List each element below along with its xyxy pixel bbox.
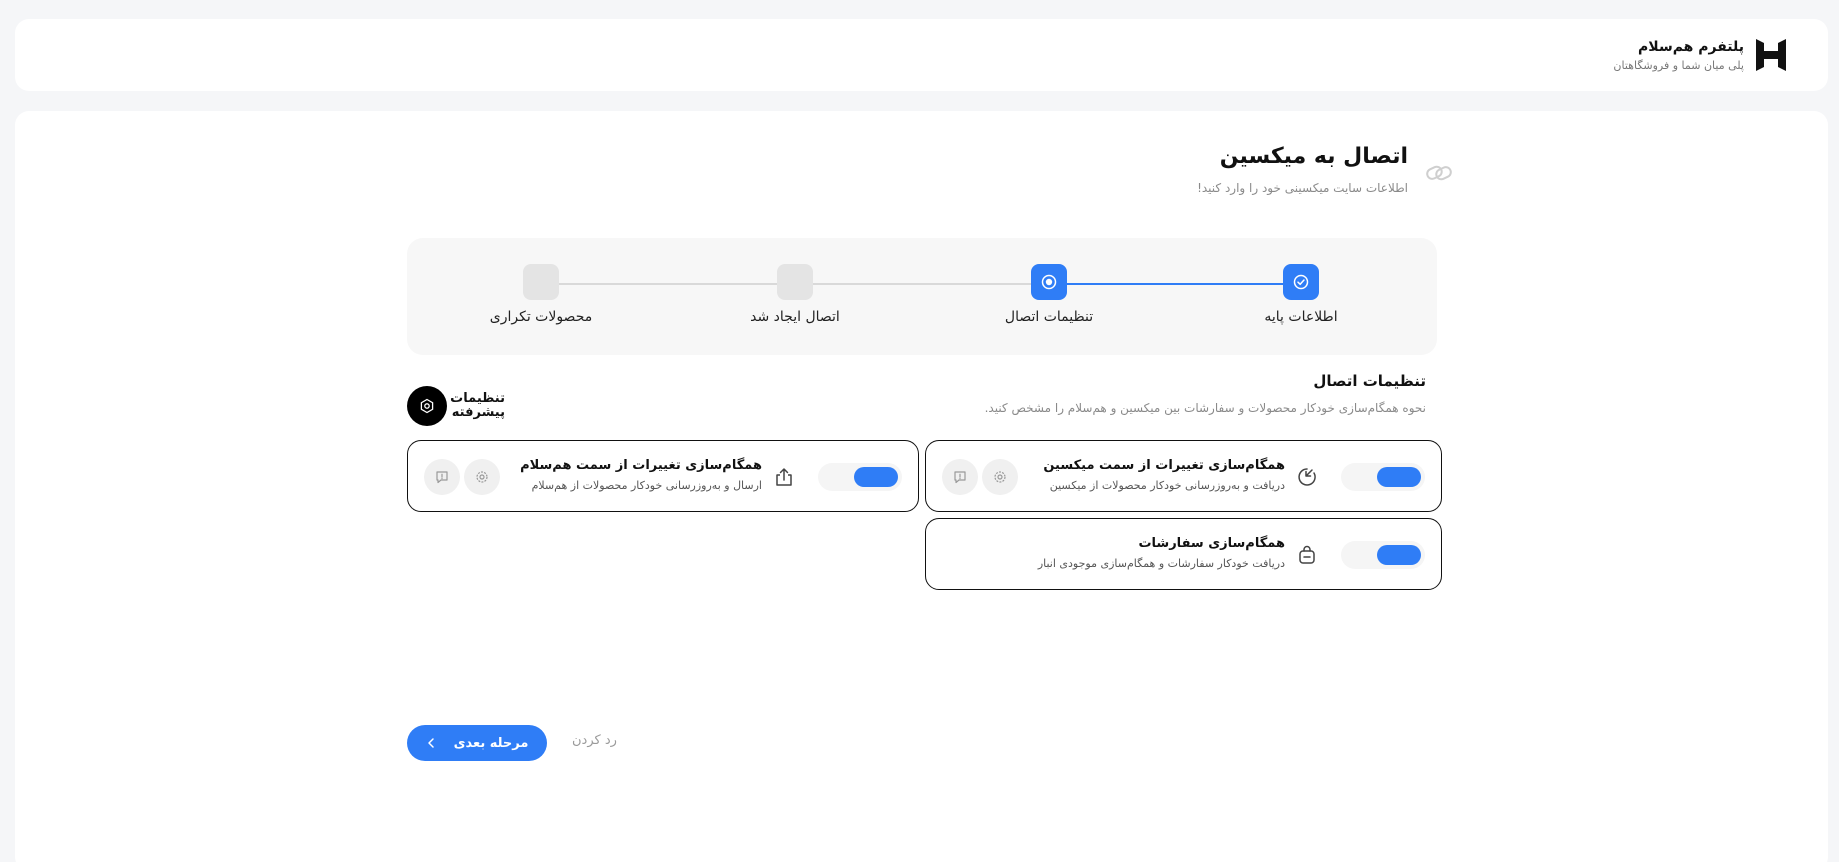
card-title: همگام‌سازی تغییرات از سمت میکسین [1043,458,1285,473]
next-step-button[interactable]: مرحله بعدی [407,725,547,761]
card-description: دریافت خودکار سفارشات و همگام‌سازی موجود… [1037,557,1285,570]
chat-icon [436,471,448,484]
step-2-box[interactable] [1031,264,1067,300]
top-header: پلتفرم هم‌سلام پلی میان شما و فروشگاهتان [15,19,1828,91]
step-connector-1 [1051,283,1301,285]
card-title: همگام‌سازی سفارشات [1138,536,1285,551]
card-description: ارسال و به‌روزرسانی خودکار محصولات از هم… [531,479,762,492]
sync-from-mixin-card: همگام‌سازی تغییرات از سمت میکسین دریافت … [925,440,1442,512]
bag-icon [1299,545,1315,564]
page-subtitle: اطلاعات سایت میکسینی خود را وارد کنید! [1197,181,1408,195]
step-connector-3 [547,283,799,285]
step-1-box[interactable] [1283,264,1319,300]
card-help-button[interactable] [942,459,978,495]
toggle-knob [854,467,898,487]
advanced-settings-button[interactable]: تنظیمات پیشرفته [407,386,505,426]
progress-stepper: اطلاعات پایه تنظیمات اتصال اتصال ایجاد ش… [407,238,1437,355]
gear-icon [994,471,1006,483]
step-3-label: اتصال ایجاد شد [750,309,840,325]
skip-button[interactable]: رد کردن [572,733,617,748]
advanced-settings-label: تنظیمات پیشرفته [450,391,505,420]
next-step-label: مرحله بعدی [453,735,529,751]
card-help-button[interactable] [424,459,460,495]
card-title: همگام‌سازی تغییرات از سمت هم‌سلام [520,458,762,473]
step-2-label: تنظیمات اتصال [1004,309,1094,325]
sync-orders-card: همگام‌سازی سفارشات دریافت خودکار سفارشات… [925,518,1442,590]
settings-description: نحوه همگام‌سازی خودکار محصولات و سفارشات… [984,401,1426,415]
sync-from-hamsalam-card: همگام‌سازی تغییرات از سمت هم‌سلام ارسال … [407,440,919,512]
page-title: اتصال به میکسین [1219,144,1408,169]
brand[interactable]: پلتفرم هم‌سلام پلی میان شما و فروشگاهتان [1613,37,1788,73]
chevron-left-icon [427,738,434,748]
step-connector-2 [799,283,1051,285]
step-4-box[interactable] [523,264,559,300]
current-step-icon [1041,274,1057,290]
upload-icon [776,468,792,486]
settings-title: تنظیمات اتصال [1313,372,1426,390]
toggle-knob [1377,467,1421,487]
sync-in-icon [1298,468,1316,486]
gear-icon [476,471,488,483]
check-icon [1293,274,1309,290]
card-description: دریافت و به‌روزرسانی خودکار محصولات از م… [1049,479,1285,492]
toggle-knob [1377,545,1421,565]
card-settings-button[interactable] [464,459,500,495]
brand-tagline: پلی میان شما و فروشگاهتان [1613,58,1744,72]
sync-from-hamsalam-toggle[interactable] [818,463,902,491]
card-settings-button[interactable] [982,459,1018,495]
advanced-settings-circle [407,386,447,426]
sync-orders-toggle[interactable] [1341,541,1425,569]
step-4-label: محصولات تکراری [489,309,593,325]
link-icon [1426,165,1452,181]
chat-icon [954,471,966,484]
brand-logo-icon [1756,39,1786,71]
brand-name: پلتفرم هم‌سلام [1638,38,1744,55]
step-3-box[interactable] [777,264,813,300]
step-1-label: اطلاعات پایه [1264,309,1338,325]
main-panel: اتصال به میکسین اطلاعات سایت میکسینی خود… [15,111,1828,862]
settings-icon [420,398,434,414]
sync-from-mixin-toggle[interactable] [1341,463,1425,491]
